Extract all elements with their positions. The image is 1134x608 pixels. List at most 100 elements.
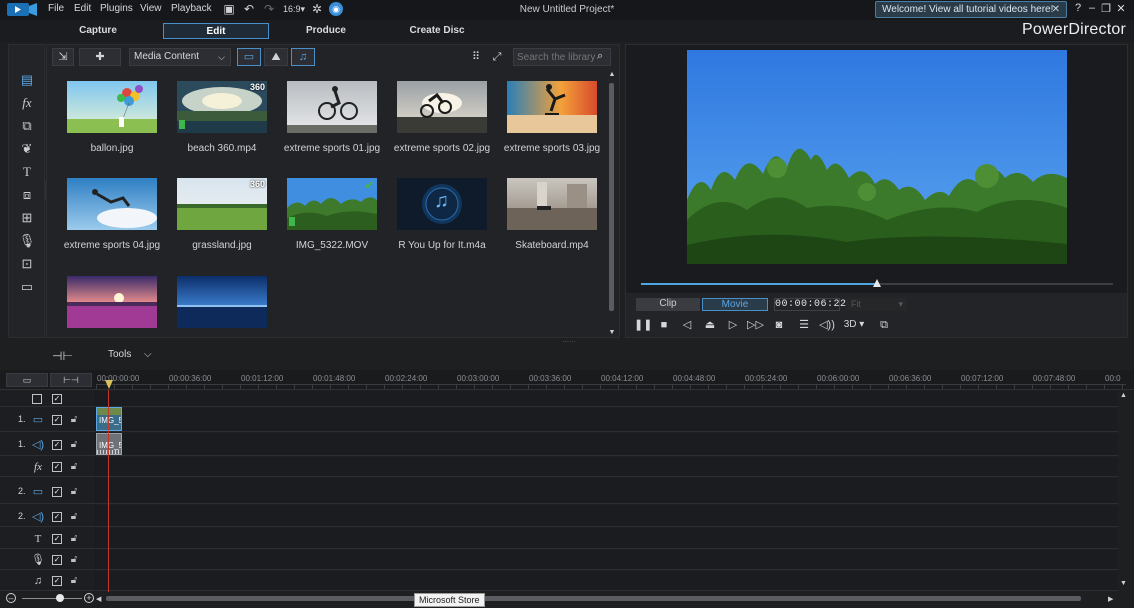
media-item[interactable]: ballon.jpg — [60, 81, 164, 171]
settings-gear-icon[interactable]: ✲ — [310, 2, 324, 16]
thumbnail[interactable]: ♫ — [397, 178, 487, 230]
title-room-icon[interactable]: T — [18, 163, 36, 181]
track-enable-checkbox[interactable]: ✓ — [52, 415, 62, 425]
subtitle-icon[interactable]: ☰ — [796, 317, 812, 333]
media-item[interactable]: 360 beach 360.mp4 — [170, 81, 274, 171]
3d-mode-button[interactable]: 3D ▾ — [842, 317, 866, 333]
media-item[interactable]: ✔ IMG_5322.MOV — [280, 178, 384, 268]
timeline-vertical-scrollbar[interactable]: ▲ ▼ — [1120, 392, 1127, 592]
tab-edit[interactable]: Edit — [163, 23, 269, 39]
scroll-up-arrow-icon[interactable]: ▲ — [1120, 392, 1127, 399]
expand-view-icon[interactable]: ⤢ — [490, 50, 504, 64]
playhead-line[interactable] — [108, 390, 109, 592]
menu-plugins[interactable]: Plugins — [100, 3, 133, 14]
close-icon[interactable]: ✕ — [1114, 2, 1128, 15]
subtitle-room-icon[interactable]: ▭ — [18, 278, 36, 296]
timeline-ruler[interactable]: ▭ ⊢⊣ 00:00:00:00 00:00:36:00 00:01:12:00 00… — [0, 370, 1134, 390]
zoom-slider-knob[interactable] — [56, 594, 64, 602]
effects-room-icon[interactable]: fx — [18, 94, 36, 112]
preview-window[interactable] — [687, 50, 1067, 264]
welcome-banner[interactable]: Welcome! View all tutorial videos here! … — [875, 1, 1067, 18]
fast-forward-icon[interactable]: ▷▷ — [747, 317, 764, 333]
tab-capture[interactable]: Capture — [52, 23, 144, 39]
track-lane[interactable] — [94, 457, 1118, 476]
menu-edit[interactable]: Edit — [74, 3, 91, 14]
thumbnail[interactable] — [287, 81, 377, 133]
track-manager-icon[interactable]: ⊣⊢ — [52, 348, 73, 364]
media-item[interactable]: 360 grassland.jpg — [170, 178, 274, 268]
audio-mixing-icon[interactable]: ⊞ — [18, 209, 36, 227]
track-lock-icon[interactable]: 🔓︎ — [69, 575, 79, 586]
grid-view-icon[interactable]: ⠿ — [469, 50, 483, 64]
zoom-out-icon[interactable]: – — [6, 593, 16, 603]
minimize-icon[interactable]: – — [1085, 2, 1099, 14]
zoom-slider-track[interactable] — [22, 598, 82, 599]
thumbnail[interactable]: 360 — [177, 178, 267, 230]
track-lane[interactable] — [94, 528, 1118, 548]
thumbnail[interactable] — [507, 178, 597, 230]
volume-icon[interactable]: ◁)) — [819, 317, 835, 333]
media-item[interactable]: ♫ R You Up for It.m4a — [390, 178, 494, 268]
select-all-tracks-checkbox[interactable] — [32, 394, 42, 404]
track-lane[interactable] — [94, 505, 1118, 526]
pause-icon[interactable]: ❚❚ — [634, 317, 652, 333]
thumbnail[interactable]: 360 — [177, 81, 267, 133]
restore-icon[interactable]: ❐ — [1099, 2, 1113, 15]
notification-bell-icon[interactable]: ◉ — [329, 2, 343, 16]
thumbnail[interactable] — [67, 81, 157, 133]
track-enable-checkbox[interactable]: ✓ — [52, 512, 62, 522]
redo-icon[interactable]: ↷ — [262, 2, 276, 16]
voiceover-mic-icon[interactable]: 🎙︎ — [18, 232, 36, 250]
tab-produce[interactable]: Produce — [280, 23, 372, 39]
scroll-left-arrow-icon[interactable]: ◀ — [96, 595, 102, 603]
thumbnail[interactable] — [67, 276, 157, 328]
thumbnail[interactable] — [177, 276, 267, 328]
clip-mode-button[interactable]: Clip — [636, 298, 700, 311]
pip-room-icon[interactable]: ⧉ — [18, 117, 36, 135]
timecode-display[interactable]: 00:00:06:22 — [774, 298, 846, 311]
track-lock-icon[interactable]: 🔓︎ — [69, 511, 79, 522]
next-frame-icon[interactable]: ▷ — [725, 317, 741, 333]
snapshot-camera-icon[interactable]: ◙ — [771, 317, 787, 333]
track-lock-icon[interactable]: 🔓︎ — [69, 461, 79, 472]
media-item[interactable]: Skateboard.mp4 — [500, 178, 604, 268]
menu-file[interactable]: File — [48, 3, 64, 14]
panel-resize-grip[interactable]: ⋯⋯ — [562, 339, 576, 346]
filter-video-icon[interactable]: ▭ — [237, 48, 261, 66]
previous-frame-icon[interactable]: ◁ — [679, 317, 695, 333]
track-enable-checkbox[interactable]: ✓ — [52, 462, 62, 472]
track-lane[interactable] — [94, 571, 1118, 590]
tab-create-disc[interactable]: Create Disc — [390, 23, 484, 39]
stop-icon[interactable]: ■ — [656, 317, 672, 333]
save-icon[interactable]: ▣ — [222, 2, 236, 16]
track-lock-icon[interactable]: 🔓︎ — [69, 554, 79, 565]
fit-timeline-icon[interactable]: ⊢⊣ — [50, 373, 92, 387]
audio-clip[interactable]: IMG_5 — [96, 433, 122, 455]
plugin-puzzle-icon[interactable]: ✚ — [79, 48, 121, 66]
tools-menu-label[interactable]: Tools — [108, 349, 131, 360]
enable-all-checkbox[interactable]: ✓ — [52, 394, 62, 404]
media-item[interactable]: extreme sports 03.jpg — [500, 81, 604, 171]
thumbnail[interactable] — [507, 81, 597, 133]
undo-icon[interactable]: ↶ — [242, 2, 256, 16]
filter-audio-icon[interactable]: ♫ — [291, 48, 315, 66]
media-item[interactable]: extreme sports 01.jpg — [280, 81, 384, 171]
import-media-icon[interactable]: ⇲ — [52, 48, 74, 66]
zoom-fit-dropdown[interactable]: Fit ▾ — [847, 298, 907, 311]
particle-room-icon[interactable]: ❦ — [18, 140, 36, 158]
thumbnail[interactable] — [67, 178, 157, 230]
transition-room-icon[interactable]: ⧈ — [18, 186, 36, 204]
thumbnail[interactable]: ✔ — [287, 178, 377, 230]
track-enable-checkbox[interactable]: ✓ — [52, 487, 62, 497]
chevron-down-icon[interactable]: ⌵ — [144, 349, 152, 360]
track-lane[interactable] — [94, 391, 1118, 406]
menu-playback[interactable]: Playback — [171, 3, 212, 14]
track-lock-icon[interactable]: 🔓︎ — [69, 439, 79, 450]
track-lane[interactable] — [94, 550, 1118, 569]
timeline-view-toggle-icon[interactable]: ▭ — [6, 373, 48, 387]
track-lane[interactable] — [94, 478, 1118, 503]
track-enable-checkbox[interactable]: ✓ — [52, 576, 62, 586]
track-lock-icon[interactable]: 🔓︎ — [69, 486, 79, 497]
media-content-dropdown[interactable]: Media Content ⌵ — [129, 48, 231, 66]
scroll-thumb[interactable] — [609, 83, 614, 311]
